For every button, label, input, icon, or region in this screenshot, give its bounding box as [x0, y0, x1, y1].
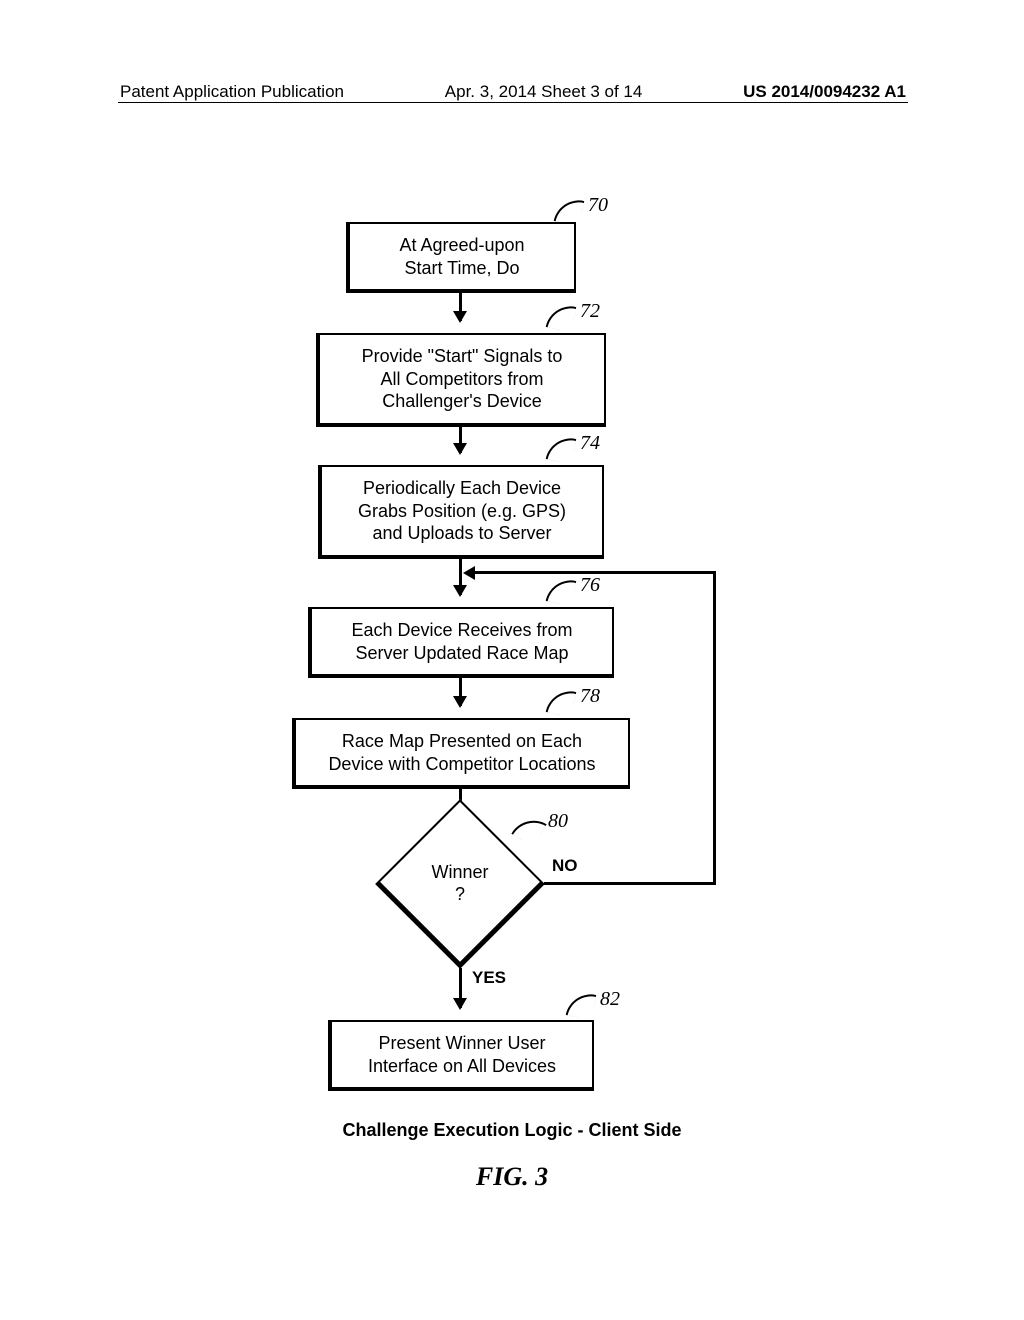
- flow-box-72: Provide "Start" Signals to All Competito…: [316, 333, 606, 427]
- no-branch-h2: [475, 571, 716, 574]
- header-rule: [118, 102, 908, 103]
- ref-80: 80: [548, 810, 568, 833]
- no-branch-v: [713, 573, 716, 885]
- page-header: Patent Application Publication Apr. 3, 2…: [0, 82, 1024, 102]
- flow-box-82: Present Winner User Interface on All Dev…: [328, 1020, 594, 1091]
- ref-72: 72: [580, 300, 600, 323]
- loop-join-arrowhead: [463, 566, 475, 580]
- flow-box-70-text: At Agreed-upon Start Time, Do: [399, 235, 524, 278]
- arrow-80-82: [459, 968, 462, 1008]
- flow-box-82-text: Present Winner User Interface on All Dev…: [368, 1033, 556, 1076]
- header-left: Patent Application Publication: [120, 82, 344, 102]
- flow-box-78: Race Map Presented on Each Device with C…: [292, 718, 630, 789]
- ref-leader-70: [554, 196, 585, 227]
- ref-70: 70: [588, 194, 608, 217]
- ref-leader-72: [546, 302, 577, 333]
- ref-76: 76: [580, 574, 600, 597]
- arrow-76-78: [459, 676, 462, 706]
- flow-box-76-text: Each Device Receives from Server Updated…: [351, 620, 572, 663]
- flow-box-72-text: Provide "Start" Signals to All Competito…: [362, 346, 563, 411]
- decision-no-label: NO: [552, 856, 578, 876]
- ref-leader-82: [566, 990, 597, 1021]
- no-branch-h1: [544, 882, 716, 885]
- arrow-74-76: [459, 555, 462, 595]
- figure-label: FIG. 3: [0, 1162, 1024, 1192]
- arrow-70-72: [459, 291, 462, 321]
- decision-yes-label: YES: [472, 968, 506, 988]
- header-center: Apr. 3, 2014 Sheet 3 of 14: [445, 82, 643, 102]
- flow-box-70: At Agreed-upon Start Time, Do: [346, 222, 576, 293]
- arrow-72-74: [459, 423, 462, 453]
- ref-leader-78: [546, 687, 577, 718]
- ref-leader-74: [546, 434, 577, 465]
- flow-box-78-text: Race Map Presented on Each Device with C…: [328, 731, 595, 774]
- decision-text-span: Winner ?: [431, 862, 488, 905]
- ref-74: 74: [580, 432, 600, 455]
- flow-box-74-text: Periodically Each Device Grabs Position …: [358, 478, 566, 543]
- ref-78: 78: [580, 685, 600, 708]
- header-right: US 2014/0094232 A1: [743, 82, 906, 102]
- diagram-caption: Challenge Execution Logic - Client Side: [0, 1120, 1024, 1141]
- ref-leader-76: [546, 576, 577, 607]
- flow-box-74: Periodically Each Device Grabs Position …: [318, 465, 604, 559]
- flow-box-76: Each Device Receives from Server Updated…: [308, 607, 614, 678]
- flow-decision-80-text: Winner ?: [400, 824, 520, 944]
- ref-82: 82: [600, 988, 620, 1011]
- flow-decision-80: Winner ?: [400, 824, 520, 944]
